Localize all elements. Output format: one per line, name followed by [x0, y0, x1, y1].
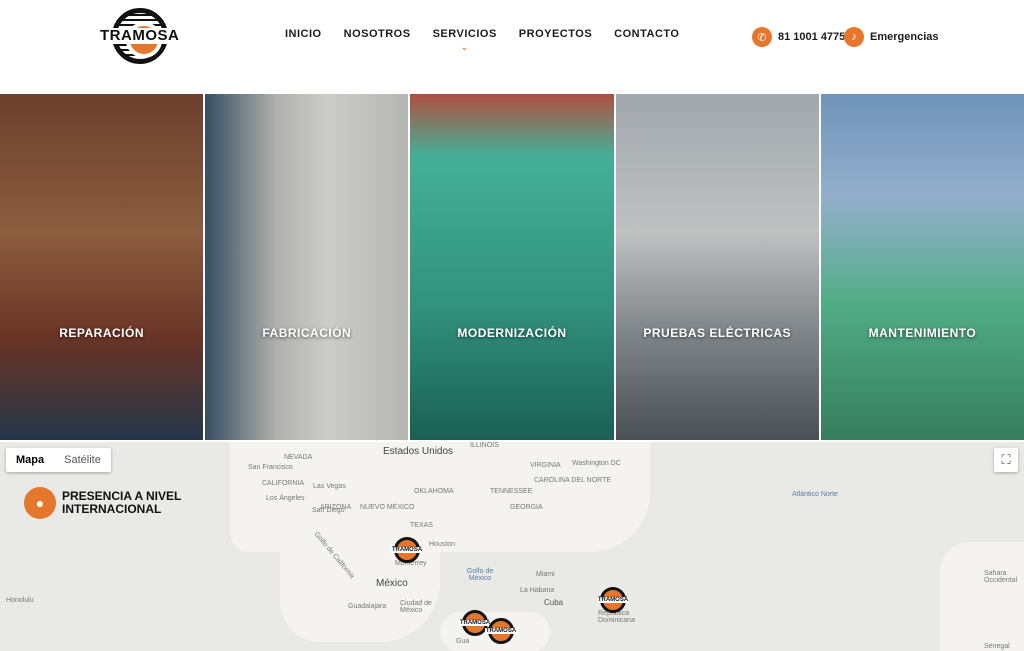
presence-badge: ● PRESENCIA A NIVEL INTERNACIONAL — [24, 487, 192, 519]
map-type-control: Mapa Satélite — [6, 448, 111, 472]
service-label: PRUEBAS ELÉCTRICAS — [643, 326, 792, 340]
map-label-sahara: Sahara Occidental — [984, 570, 1018, 584]
map-label-virginia: VIRGINIA — [530, 462, 561, 469]
map-type-map-button[interactable]: Mapa — [6, 448, 54, 472]
map-label-nuevo-mexico: NUEVO MÉXICO — [360, 504, 415, 511]
presence-title: PRESENCIA A NIVEL INTERNACIONAL — [62, 489, 182, 516]
nav-proyectos[interactable]: PROYECTOS — [519, 28, 592, 40]
map-marker-central-america-2[interactable]: TRAMOSA — [484, 618, 518, 644]
tile-photo — [205, 94, 409, 440]
service-tile-pruebas[interactable]: PRUEBAS ELÉCTRICAS — [615, 94, 819, 440]
location-pin-icon: ● — [24, 487, 56, 519]
service-tile-modernizacion[interactable]: MODERNIZACIÓN — [410, 94, 614, 440]
map-label-honolulu: Honolulu — [6, 597, 34, 604]
map-label-usa: Estados Unidos — [383, 446, 454, 457]
map-land-africa — [940, 542, 1024, 651]
map-label-illinois: ILLINOIS — [470, 442, 499, 449]
tile-photo — [615, 94, 819, 440]
map-type-satellite-button[interactable]: Satélite — [54, 448, 111, 472]
tile-photo — [410, 94, 614, 440]
bell-icon: ♪ — [844, 27, 864, 47]
chevron-down-icon: ⌄ — [460, 42, 469, 52]
map-label-las-vegas: Las Vegas — [313, 483, 346, 490]
phone-number: 81 1001 4775 — [778, 31, 846, 43]
nav-contacto[interactable]: CONTACTO — [614, 28, 679, 40]
tile-photo — [0, 94, 204, 440]
map-label-miami: Miami — [536, 571, 555, 578]
fullscreen-icon[interactable]: ⛶ — [994, 448, 1018, 472]
service-label: REPARACIÓN — [59, 326, 144, 340]
map-label-california: CALIFORNIA — [262, 480, 305, 487]
tile-photo — [820, 94, 1024, 440]
map-label-tennessee: TENNESSEE — [490, 488, 533, 495]
service-label: MODERNIZACIÓN — [457, 326, 567, 340]
map-label-washington: Washington DC — [572, 460, 621, 467]
map-label-los-angeles: Los Ángeles — [266, 495, 305, 502]
map-label-mexico: México — [376, 578, 408, 589]
map-label-nevada: NEVADA — [284, 454, 313, 461]
phone-link[interactable]: ✆ 81 1001 4775 — [752, 27, 845, 47]
map-label-houston: Houston — [429, 541, 456, 548]
map-marker-monterrey[interactable]: TRAMOSA — [390, 537, 424, 563]
emergency-link[interactable]: ♪ Emergencias — [844, 27, 938, 47]
service-label: MANTENIMIENTO — [868, 326, 977, 340]
presence-map[interactable]: Estados Unidos México Golfo de México At… — [0, 442, 1024, 651]
map-label-san-francisco: San Francisco — [248, 464, 293, 471]
map-marker-label: TRAMOSA — [390, 547, 424, 553]
map-label-oklahoma: OKLAHOMA — [414, 488, 454, 495]
map-marker-label: TRAMOSA — [596, 597, 630, 603]
map-label-arizona: ARIZONA — [320, 504, 352, 511]
map-label-georgia: GEORGIA — [510, 504, 543, 511]
map-label-la-habana: La Habana — [520, 587, 555, 594]
nav-nosotros[interactable]: NOSOTROS — [344, 28, 411, 40]
map-label-north-carolina: CAROLINA DEL NORTE — [534, 477, 612, 484]
main-nav: INICIO NOSOTROS SERVICIOS ⌄ PROYECTOS CO… — [285, 28, 679, 52]
site-header: TRAMOSA INICIO NOSOTROS SERVICIOS ⌄ PROY… — [0, 0, 1024, 94]
service-label: FABRICACIÓN — [262, 326, 352, 340]
map-label-cdmx: Ciudad de México — [400, 600, 432, 614]
map-marker-label: TRAMOSA — [458, 620, 492, 626]
service-tile-fabricacion[interactable]: FABRICACIÓN — [205, 94, 409, 440]
map-marker-dominicana[interactable]: TRAMOSA — [596, 587, 630, 613]
map-label-guadalajara: Guadalajara — [348, 603, 387, 610]
nav-inicio[interactable]: INICIO — [285, 28, 322, 40]
map-label-texas: TEXAS — [410, 522, 433, 529]
service-tile-mantenimiento[interactable]: MANTENIMIENTO — [820, 94, 1024, 440]
nav-servicios-label: SERVICIOS — [432, 28, 497, 40]
phone-icon: ✆ — [752, 27, 772, 47]
emergency-label: Emergencias — [870, 31, 939, 43]
logo-wordmark: TRAMOSA — [100, 27, 180, 44]
map-label-senegal: Senegal — [984, 643, 1010, 650]
map-label-atlantic: Atlántico Norte — [792, 491, 838, 498]
map-label-dominicana: República Dominicana — [598, 610, 635, 624]
service-tile-reparacion[interactable]: REPARACIÓN — [0, 94, 204, 440]
map-label-cuba: Cuba — [544, 598, 564, 607]
map-marker-label: TRAMOSA — [484, 628, 518, 634]
nav-servicios[interactable]: SERVICIOS ⌄ — [432, 28, 497, 52]
map-label-guatemala: Gua — [456, 638, 470, 645]
map-label-gulf: Golfo de México — [466, 568, 494, 582]
tramosa-logo[interactable]: TRAMOSA — [100, 8, 180, 68]
services-gallery: REPARACIÓN FABRICACIÓN MODERNIZACIÓN PRU… — [0, 94, 1024, 440]
